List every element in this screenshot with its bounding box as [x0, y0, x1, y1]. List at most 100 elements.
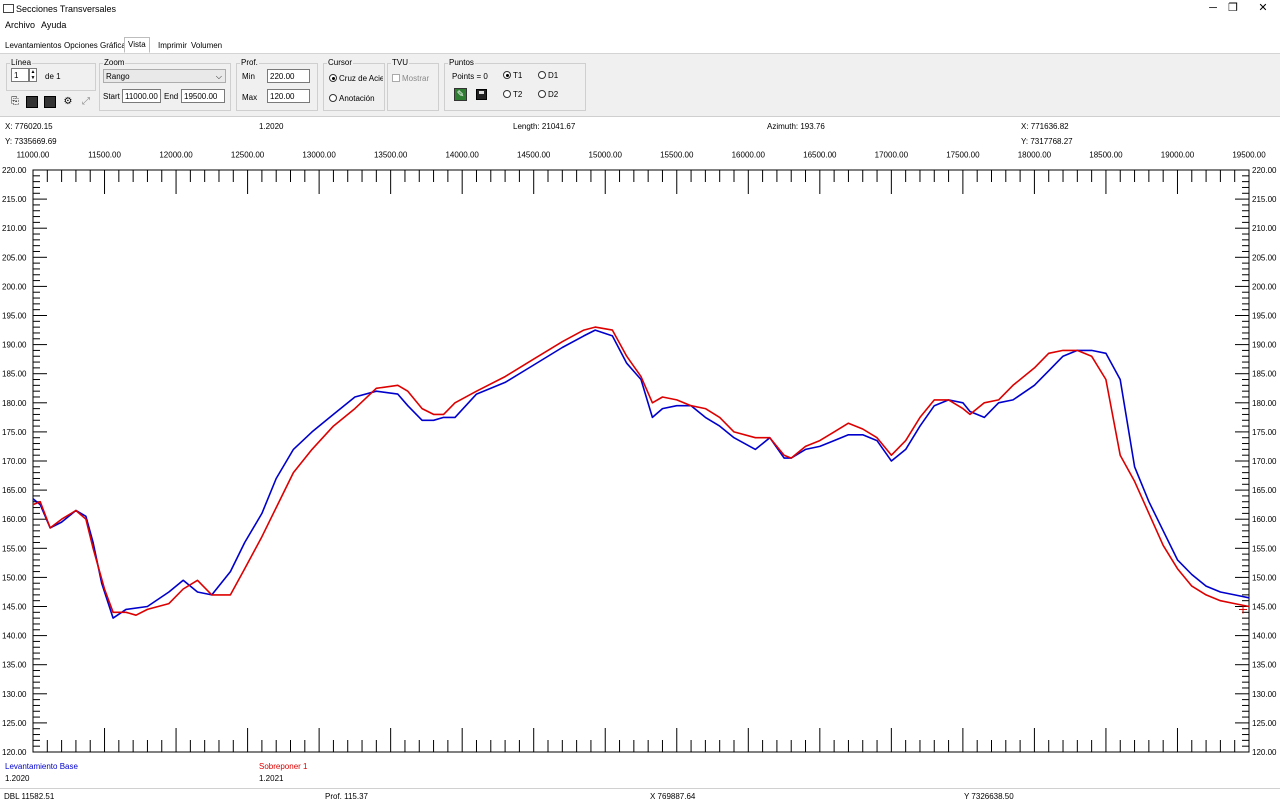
- tab-vista[interactable]: Vista: [124, 37, 150, 53]
- cursor-option2-radio[interactable]: [329, 94, 337, 102]
- y-tick-label-left: 185.00: [2, 370, 27, 379]
- y-tick-label-right: 135.00: [1252, 661, 1277, 670]
- points-count-text: Points = 0: [452, 72, 488, 81]
- y-tick-label-right: 150.00: [1252, 573, 1277, 582]
- save-icon[interactable]: [476, 89, 487, 100]
- zoom-end-input[interactable]: 19500.00: [181, 89, 225, 103]
- maximize-button[interactable]: ❐: [1218, 0, 1248, 17]
- x-tick-label: 17500.00: [946, 151, 980, 160]
- y-tick-label-left: 220.00: [2, 166, 27, 175]
- x-tick-label: 11000.00: [17, 151, 50, 160]
- prof-max-input[interactable]: 120.00: [267, 89, 310, 103]
- tvu-mostrar-checkbox[interactable]: [392, 74, 400, 82]
- copy-icon[interactable]: ⎘: [9, 96, 21, 108]
- x-tick-label: 18000.00: [1018, 151, 1052, 160]
- x-tick-label: 19500.00: [1232, 151, 1266, 160]
- x-tick-label: 11500.00: [88, 151, 121, 160]
- legend-base-name: Levantamiento Base: [5, 762, 78, 771]
- y-tick-label-right: 185.00: [1252, 370, 1277, 379]
- tab-volumen[interactable]: Volumen: [187, 39, 226, 53]
- y-tick-label-left: 195.00: [2, 312, 27, 321]
- y-tick-label-left: 135.00: [2, 661, 27, 670]
- tab-strip: Levantamientos Opciones Gráficas Vista I…: [0, 37, 1280, 54]
- x-tick-label: 12000.00: [159, 151, 193, 160]
- y-tick-label-left: 140.00: [2, 632, 27, 641]
- linea-spinner-arrows[interactable]: ▲ ▼: [29, 68, 37, 82]
- close-button[interactable]: ✕: [1248, 0, 1278, 17]
- y-tick-label-right: 125.00: [1252, 719, 1277, 728]
- tvu-group: [387, 63, 439, 111]
- y-tick-label-left: 170.00: [2, 457, 27, 466]
- grid-icon[interactable]: [26, 96, 38, 108]
- y-tick-label-right: 190.00: [1252, 341, 1277, 350]
- y-tick-label-right: 160.00: [1252, 515, 1277, 524]
- y-tick-label-right: 200.00: [1252, 282, 1277, 291]
- x-right-readout: X: 771636.82: [1021, 122, 1069, 131]
- y-tick-label-right: 170.00: [1252, 457, 1277, 466]
- linea-of-text: de 1: [45, 72, 61, 81]
- y-tick-label-left: 150.00: [2, 573, 27, 582]
- x-tick-label: 16500.00: [803, 151, 837, 160]
- zoom-label: Zoom: [103, 58, 126, 67]
- y-tick-label-left: 120.00: [2, 748, 27, 757]
- zoom-mode-value: Rango: [106, 72, 130, 81]
- plot-frame: [32, 169, 1250, 753]
- cursor-option1-radio[interactable]: [329, 74, 337, 82]
- prof-max-label: Max: [242, 93, 258, 102]
- y-tick-label-left: 190.00: [2, 341, 27, 350]
- table-icon[interactable]: [44, 96, 56, 108]
- legend-overlay-value: 1.2021: [259, 774, 284, 783]
- y-tick-label-right: 155.00: [1252, 544, 1277, 553]
- y-tick-label-left: 145.00: [2, 603, 27, 612]
- y-tick-label-left: 210.00: [2, 224, 27, 233]
- azimuth-readout: Azimuth: 193.76: [767, 122, 825, 131]
- d1-label: D1: [548, 71, 559, 80]
- prof-min-label: Min: [242, 72, 255, 81]
- zoom-mode-select[interactable]: Rango ⌵: [103, 69, 226, 83]
- prof-min-input[interactable]: 220.00: [267, 69, 310, 83]
- status-x: X 769887.64: [650, 792, 696, 801]
- chevron-down-icon: ⌵: [215, 72, 222, 81]
- y-tick-label-left: 160.00: [2, 515, 27, 524]
- status-prof: Prof. 115.37: [325, 792, 368, 801]
- x-tick-label: 13500.00: [374, 151, 408, 160]
- linea-spinner-input[interactable]: 1: [11, 68, 29, 82]
- y-tick-label-right: 145.00: [1252, 603, 1277, 612]
- t2-label: T2: [513, 90, 523, 99]
- edit-points-icon[interactable]: ✎: [454, 88, 467, 101]
- zoom-start-input[interactable]: 11000.00: [122, 89, 161, 103]
- y-tick-label-left: 215.00: [2, 195, 27, 204]
- cross-section-chart[interactable]: 11000.00 11500.00 12000.00 12500.00 13000.00…: [0, 150, 1280, 758]
- y-tick-label-left: 180.00: [2, 399, 27, 408]
- y-tick-label-right: 140.00: [1252, 632, 1277, 641]
- d2-label: D2: [548, 90, 559, 99]
- t1-radio[interactable]: [503, 71, 511, 79]
- y-tick-label-left: 175.00: [2, 428, 27, 437]
- status-bar: DBL 11582.51 Prof. 115.37 X 769887.64 Y …: [0, 788, 1280, 809]
- title-bar: Secciones Transversales ─ ❐ ✕: [0, 0, 1280, 17]
- y-tick-label-left: 130.00: [2, 690, 27, 699]
- menu-ayuda[interactable]: Ayuda: [41, 20, 66, 30]
- tvu-label: TVU: [391, 58, 409, 67]
- x-tick-label: 15000.00: [589, 151, 623, 160]
- tab-imprimir[interactable]: Imprimir: [154, 39, 191, 53]
- d2-radio[interactable]: [538, 90, 546, 98]
- zoom-extents-icon[interactable]: ⤢: [80, 96, 92, 108]
- puntos-label: Puntos: [448, 58, 475, 67]
- tab-levantamientos[interactable]: Levantamientos: [1, 39, 65, 53]
- settings-icon[interactable]: ⚙: [62, 96, 74, 108]
- app-icon: [3, 4, 14, 13]
- t1-label: T1: [513, 71, 523, 80]
- d1-radio[interactable]: [538, 71, 546, 79]
- y-tick-label-left: 125.00: [2, 719, 27, 728]
- toolbar-panel: Línea 1 ▲ ▼ de 1 ⎘ ⚙ ⤢ Zoom Rango ⌵ Start…: [0, 54, 1280, 117]
- y-tick-label-left: 165.00: [2, 486, 27, 495]
- y-tick-label-right: 180.00: [1252, 399, 1277, 408]
- prof-label: Prof.: [240, 58, 259, 67]
- zoom-end-label: End: [164, 92, 179, 101]
- window-title: Secciones Transversales: [16, 4, 117, 14]
- x-left-readout: X: 776020.15: [5, 122, 53, 131]
- menu-archivo[interactable]: Archivo: [5, 20, 35, 30]
- t2-radio[interactable]: [503, 90, 511, 98]
- tab-opciones-graficas[interactable]: Opciones Gráficas: [60, 39, 134, 53]
